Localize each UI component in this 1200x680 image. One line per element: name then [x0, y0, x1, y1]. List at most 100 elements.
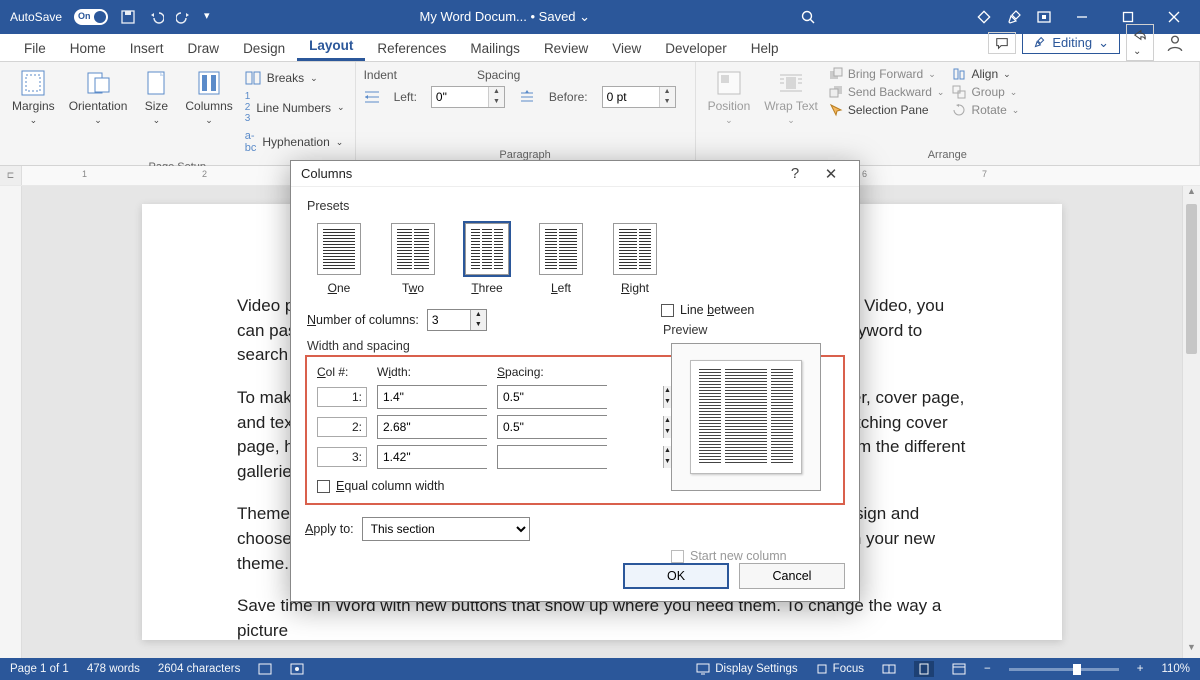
dialog-help-button[interactable]: ?	[777, 165, 813, 182]
share-button[interactable]: ⌄	[1126, 24, 1154, 61]
hyphenation-button[interactable]: a-bcHyphenation⌄	[243, 128, 347, 156]
col-1-width[interactable]: ▲▼	[377, 385, 487, 409]
bring-forward-button: Bring Forward ⌄	[828, 66, 946, 82]
tab-file[interactable]: File	[12, 36, 58, 61]
group-paragraph: Indent Spacing Left: ▲▼ Before: ▲▼ Parag…	[356, 62, 696, 165]
tab-home[interactable]: Home	[58, 36, 118, 61]
start-new-column-checkbox: Start new column	[671, 549, 787, 563]
col-2-label: 2:	[317, 417, 367, 437]
indent-left-label: Left:	[394, 90, 417, 104]
status-page[interactable]: Page 1 of 1	[10, 663, 69, 675]
tab-view[interactable]: View	[600, 36, 653, 61]
preset-right[interactable]: Right	[613, 223, 657, 295]
width-header: Width:	[377, 365, 487, 379]
wrap-text-button: Wrap Text⌄	[760, 66, 822, 129]
focus-button[interactable]: Focus	[816, 663, 864, 675]
autosave-toggle[interactable]: On	[74, 9, 108, 25]
tab-insert[interactable]: Insert	[118, 36, 176, 61]
group-page-setup: Margins⌄ Orientation⌄ Size⌄ Columns⌄ Bre…	[0, 62, 356, 165]
preview-label: Preview	[663, 323, 845, 337]
position-button: Position⌄	[704, 66, 755, 129]
zoom-slider[interactable]	[1009, 668, 1119, 671]
account-icon[interactable]	[1160, 31, 1190, 55]
preset-three[interactable]: Three	[465, 223, 509, 295]
breaks-button[interactable]: Breaks⌄	[243, 69, 347, 87]
tab-design[interactable]: Design	[231, 36, 297, 61]
margins-button[interactable]: Margins⌄	[8, 66, 59, 129]
apply-to-label: Apply to:	[305, 522, 354, 536]
vertical-ruler[interactable]	[0, 186, 22, 658]
spacing-before-input[interactable]: ▲▼	[602, 86, 676, 108]
web-layout-icon[interactable]	[952, 663, 966, 675]
col-1-spacing[interactable]: ▲▼	[497, 385, 607, 409]
tab-draw[interactable]: Draw	[176, 36, 232, 61]
col-3-label: 3:	[317, 447, 367, 467]
display-settings-button[interactable]: Display Settings	[696, 663, 797, 675]
columns-dialog: Columns ? ✕ Presets One Two Three Left R…	[290, 160, 860, 602]
ok-button[interactable]: OK	[623, 563, 729, 589]
ribbon-tabs: File Home Insert Draw Design Layout Refe…	[0, 34, 1200, 62]
status-chars[interactable]: 2604 characters	[158, 663, 240, 675]
vertical-scrollbar[interactable]: ▲ ▼	[1182, 186, 1200, 658]
col-header: Col #:	[317, 365, 367, 379]
tab-mailings[interactable]: Mailings	[458, 36, 532, 61]
status-words[interactable]: 478 words	[87, 663, 140, 675]
zoom-out-button[interactable]: −	[984, 663, 991, 675]
tab-references[interactable]: References	[365, 36, 458, 61]
group-button: Group ⌄	[951, 84, 1020, 100]
preview-box	[671, 343, 821, 491]
size-button[interactable]: Size⌄	[137, 66, 175, 129]
apply-to-select[interactable]: This section	[362, 517, 530, 541]
indent-left-input[interactable]: ▲▼	[431, 86, 505, 108]
tab-help[interactable]: Help	[739, 36, 791, 61]
comments-button[interactable]	[988, 32, 1016, 54]
tab-developer[interactable]: Developer	[653, 36, 739, 61]
pen-icon[interactable]	[1006, 9, 1022, 25]
preset-one[interactable]: One	[317, 223, 361, 295]
redo-icon[interactable]	[176, 9, 192, 25]
col-2-width[interactable]: ▲▼	[377, 415, 487, 439]
status-macro-icon[interactable]	[258, 663, 272, 675]
columns-button[interactable]: Columns⌄	[181, 66, 236, 129]
num-columns-label: Number of columns:	[307, 313, 419, 327]
line-numbers-button[interactable]: 123Line Numbers⌄	[243, 89, 347, 126]
scrollbar-thumb[interactable]	[1186, 204, 1197, 354]
preset-left[interactable]: Left	[539, 223, 583, 295]
selection-pane-button[interactable]: Selection Pane	[828, 102, 946, 118]
document-title: My Word Docum... • Saved ⌄	[210, 9, 800, 25]
status-accessibility-icon[interactable]	[290, 663, 304, 675]
zoom-value[interactable]: 110%	[1161, 663, 1190, 675]
ribbon: Margins⌄ Orientation⌄ Size⌄ Columns⌄ Bre…	[0, 62, 1200, 166]
spacing-before-icon	[519, 90, 535, 104]
search-icon[interactable]	[800, 9, 816, 25]
col-2-spacing[interactable]: ▲▼	[497, 415, 607, 439]
spacing-heading: Spacing	[477, 68, 520, 82]
tab-layout[interactable]: Layout	[297, 33, 365, 61]
preset-two[interactable]: Two	[391, 223, 435, 295]
col-1-label: 1:	[317, 387, 367, 407]
spacing-before-label: Before:	[549, 90, 588, 104]
app-icon[interactable]	[1036, 9, 1052, 25]
zoom-in-button[interactable]: +	[1137, 663, 1144, 675]
orientation-button[interactable]: Orientation⌄	[65, 66, 132, 129]
rotate-button: Rotate ⌄	[951, 102, 1020, 118]
col-3-spacing[interactable]: ▲▼	[497, 445, 607, 469]
read-mode-icon[interactable]	[882, 663, 896, 675]
save-icon[interactable]	[120, 9, 136, 25]
quick-access-toolbar: ▾	[120, 9, 210, 25]
print-layout-icon[interactable]	[914, 661, 934, 677]
tab-review[interactable]: Review	[532, 36, 600, 61]
line-between-checkbox[interactable]: Line between	[661, 303, 845, 317]
col-3-width[interactable]: ▲▼	[377, 445, 487, 469]
dialog-close-button[interactable]: ✕	[813, 165, 849, 183]
diamond-icon[interactable]	[976, 9, 992, 25]
align-button[interactable]: Align ⌄	[951, 66, 1020, 82]
cancel-button[interactable]: Cancel	[739, 563, 845, 589]
send-backward-button: Send Backward ⌄	[828, 84, 946, 100]
num-columns-input[interactable]: ▲▼	[427, 309, 487, 331]
preset-one-rest: ne	[337, 281, 350, 295]
dialog-title: Columns	[301, 166, 777, 181]
undo-icon[interactable]	[148, 9, 164, 25]
editing-mode-button[interactable]: Editing⌄	[1022, 32, 1120, 54]
ruler-corner: ⊏	[0, 166, 22, 185]
